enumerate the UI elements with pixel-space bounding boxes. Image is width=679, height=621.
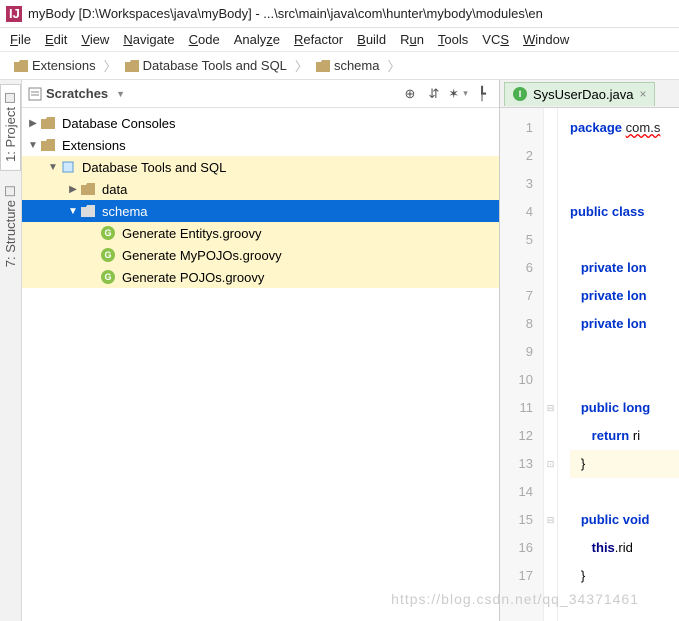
hide-icon[interactable]: ┡ xyxy=(471,83,493,105)
menu-tools[interactable]: Tools xyxy=(432,30,474,49)
chevron-down-icon: ▼ xyxy=(116,89,125,99)
collapse-arrow-icon[interactable]: ▼ xyxy=(66,206,80,217)
editor-tabs: I SysUserDao.java × xyxy=(500,80,679,108)
groovy-file-icon: G xyxy=(100,248,116,262)
folder-icon xyxy=(80,182,96,196)
menu-navigate[interactable]: Navigate xyxy=(117,30,180,49)
tree-node-extensions[interactable]: ▼ Extensions xyxy=(22,134,499,156)
groovy-file-icon: G xyxy=(100,270,116,284)
tree-node-dbtools[interactable]: ▼ Database Tools and SQL xyxy=(22,156,499,178)
menu-build[interactable]: Build xyxy=(351,30,392,49)
fold-gutter[interactable]: ⊟ ⊡ ⊟ xyxy=(544,108,558,621)
folder-icon xyxy=(125,60,139,72)
gear-icon[interactable]: ✶▾ xyxy=(447,83,469,105)
panel-title[interactable]: Scratches ▼ xyxy=(28,86,397,101)
panel-header: Scratches ▼ ⊕ ⇵ ✶▾ ┡ xyxy=(22,80,499,108)
groovy-file-icon: G xyxy=(100,226,116,240)
expand-arrow-icon[interactable]: ▶ xyxy=(26,118,40,129)
chevron-right-icon: 〉 xyxy=(102,56,119,75)
folder-icon xyxy=(80,204,96,218)
tree-node-gen-entitys[interactable]: G Generate Entitys.groovy xyxy=(22,222,499,244)
code-editor[interactable]: 1234567891011121314151617 ⊟ ⊡ ⊟ package co… xyxy=(500,108,679,621)
project-icon xyxy=(6,93,16,103)
chevron-right-icon: 〉 xyxy=(385,56,402,75)
collapse-arrow-icon[interactable]: ▼ xyxy=(26,140,40,151)
chevron-right-icon: 〉 xyxy=(293,56,310,75)
file-tab-sysuserdao[interactable]: I SysUserDao.java × xyxy=(504,82,655,106)
window-title: myBody [D:\Workspaces\java\myBody] - ...… xyxy=(28,6,543,21)
menu-run[interactable]: Run xyxy=(394,30,430,49)
code-lines[interactable]: package com.s public class private lon p… xyxy=(558,108,679,621)
menu-window[interactable]: Window xyxy=(517,30,575,49)
target-icon[interactable]: ⊕ xyxy=(399,83,421,105)
project-panel: Scratches ▼ ⊕ ⇵ ✶▾ ┡ ▶ Database Consoles… xyxy=(22,80,500,621)
tree-node-schema[interactable]: ▼ schema xyxy=(22,200,499,222)
project-tree[interactable]: ▶ Database Consoles ▼ Extensions ▼ Datab… xyxy=(22,108,499,621)
fold-open-icon[interactable]: ⊟ xyxy=(544,394,557,422)
collapse-arrow-icon[interactable]: ▼ xyxy=(46,162,60,173)
expand-arrow-icon[interactable]: ▶ xyxy=(66,184,80,195)
crumb-dbtools[interactable]: Database Tools and SQL xyxy=(119,56,293,75)
tree-node-gen-mypojos[interactable]: G Generate MyPOJOs.groovy xyxy=(22,244,499,266)
app-icon: IJ xyxy=(6,6,22,22)
menu-view[interactable]: View xyxy=(75,30,115,49)
line-gutter: 1234567891011121314151617 xyxy=(500,108,544,621)
dock-project[interactable]: 1: Project xyxy=(0,84,21,171)
editor-area: I SysUserDao.java × 12345678910111213141… xyxy=(500,80,679,621)
tree-node-gen-pojos[interactable]: G Generate POJOs.groovy xyxy=(22,266,499,288)
close-icon[interactable]: × xyxy=(639,87,646,101)
menu-refactor[interactable]: Refactor xyxy=(288,30,349,49)
tree-node-data[interactable]: ▶ data xyxy=(22,178,499,200)
tree-node-database-consoles[interactable]: ▶ Database Consoles xyxy=(22,112,499,134)
crumb-extensions[interactable]: Extensions xyxy=(8,56,102,75)
folder-icon xyxy=(14,60,28,72)
menu-edit[interactable]: Edit xyxy=(39,30,73,49)
interface-icon: I xyxy=(513,87,527,101)
menu-analyze[interactable]: Analyze xyxy=(228,30,286,49)
menu-vcs[interactable]: VCS xyxy=(476,30,515,49)
menubar: File Edit View Navigate Code Analyze Ref… xyxy=(0,28,679,52)
fold-close-icon[interactable]: ⊡ xyxy=(544,450,557,478)
svg-text:IJ: IJ xyxy=(9,6,20,21)
titlebar: IJ myBody [D:\Workspaces\java\myBody] - … xyxy=(0,0,679,28)
plugin-icon xyxy=(60,160,76,174)
scratches-icon xyxy=(28,87,42,101)
folder-icon xyxy=(40,116,56,130)
folder-icon xyxy=(316,60,330,72)
fold-open-icon[interactable]: ⊟ xyxy=(544,506,557,534)
structure-icon xyxy=(6,186,16,196)
dock-structure[interactable]: 7: Structure xyxy=(0,177,21,276)
folder-icon xyxy=(40,138,56,152)
breadcrumb-bar: Extensions 〉 Database Tools and SQL 〉 sc… xyxy=(0,52,679,80)
collapse-icon[interactable]: ⇵ xyxy=(423,83,445,105)
left-dock: 1: Project 7: Structure xyxy=(0,80,22,621)
menu-code[interactable]: Code xyxy=(183,30,226,49)
crumb-schema[interactable]: schema xyxy=(310,56,386,75)
menu-file[interactable]: File xyxy=(4,30,37,49)
